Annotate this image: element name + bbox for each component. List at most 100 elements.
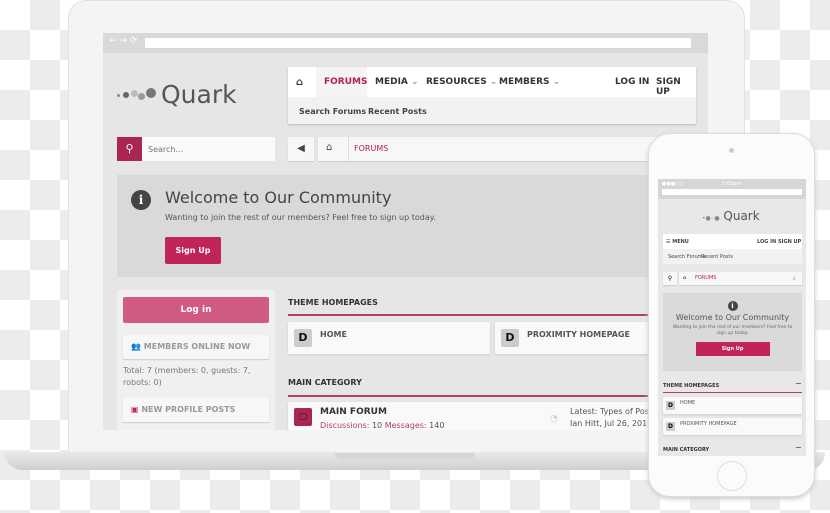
home-icon[interactable]: ⌂ <box>683 275 686 281</box>
chevron-down-icon: ⌄ <box>552 77 561 87</box>
theme-card-title: PROXIMITY HOMEPAGE <box>527 330 630 339</box>
phone-home-button <box>717 461 747 491</box>
phone-signup-link[interactable]: SIGN UP <box>778 239 801 245</box>
login-link[interactable]: LOG IN <box>615 77 649 87</box>
tab-members-label: MEMBERS <box>499 77 550 87</box>
recent-posts-link[interactable]: Recent Posts <box>368 107 427 116</box>
signup-link[interactable]: SIGN UP <box>656 77 696 97</box>
forum-chat-icon: ▢ <box>294 408 312 426</box>
browser-toolbar: ← → ⟳ <box>103 33 708 53</box>
nav-top-row: ⌂ FORUMS MEDIA ⌄ RESOURCES ⌄ MEMBERS ⌄ L… <box>288 67 696 97</box>
forum-row[interactable]: ▢ MAIN FORUM Discussions: 10 Messages: 1… <box>288 402 708 430</box>
document-icon: D <box>501 329 519 347</box>
address-bar[interactable] <box>145 38 691 48</box>
phone-welcome-text: Wanting to join the rest of our members?… <box>672 325 793 336</box>
login-button[interactable]: Log in <box>123 297 269 323</box>
latest-post[interactable]: Latest: Types of Post <box>570 407 652 416</box>
phone-welcome-title: Welcome to Our Community <box>675 313 790 322</box>
phone-search-forums[interactable]: Search Forums <box>668 254 705 260</box>
back-button[interactable]: ◀ <box>288 137 314 161</box>
forum-title[interactable]: MAIN FORUM <box>320 407 387 417</box>
members-online-label: MEMBERS ONLINE NOW <box>143 342 251 351</box>
sidebar: Log in 👥 MEMBERS ONLINE NOW Total: 7 (me… <box>117 290 275 430</box>
phone-card-title: HOME <box>680 400 696 406</box>
collapse-icon[interactable]: − <box>795 443 802 452</box>
phone-theme-heading: THEME HOMEPAGES <box>663 383 720 389</box>
document-icon: D <box>666 422 675 431</box>
welcome-notice: i Welcome to Our Community Wanting to jo… <box>117 175 660 277</box>
messages-count: 140 <box>429 421 445 430</box>
document-icon: D <box>294 329 312 347</box>
phone-breadcrumb: ⌂ FORUMS ⤓ <box>679 272 802 285</box>
signup-button[interactable]: Sign Up <box>165 237 221 264</box>
phone-menu-label: MENU <box>672 239 689 245</box>
phone-menu-button[interactable]: ☰ MENU <box>666 239 689 245</box>
new-profile-posts-label: NEW PROFILE POSTS <box>141 405 236 414</box>
phone-login-link[interactable]: LOG IN <box>757 239 776 245</box>
tab-resources-label: RESOURCES <box>426 77 487 87</box>
phone-address-bar[interactable] <box>662 189 802 195</box>
main-nav: ⌂ FORUMS MEDIA ⌄ RESOURCES ⌄ MEMBERS ⌄ L… <box>288 67 696 124</box>
search-input[interactable] <box>142 137 275 161</box>
rss-icon[interactable]: ◔ <box>550 414 558 424</box>
phone-crumb-forums[interactable]: FORUMS <box>695 275 716 281</box>
tab-forums-label: FORUMS <box>324 77 368 87</box>
phone-main-heading: MAIN CATEGORY <box>663 447 710 453</box>
new-profile-posts-header[interactable]: ▣ NEW PROFILE POSTS <box>123 398 269 422</box>
members-online-header[interactable]: 👥 MEMBERS ONLINE NOW <box>123 335 269 359</box>
phone-frame: ●●●○○ 5:00pm •●◦● Quark ☰ MENU LOG IN SI… <box>648 133 815 497</box>
tab-media-label: MEDIA <box>375 77 408 87</box>
chevron-down-icon: ⌄ <box>489 77 498 87</box>
info-icon: i <box>727 301 738 311</box>
theme-homepages-heading: THEME HOMEPAGES <box>288 298 378 307</box>
phone-recent-posts[interactable]: Recent Posts <box>701 254 733 260</box>
phone-welcome: i Welcome to Our Community Wanting to jo… <box>663 293 802 371</box>
discussions-label: Discussions: <box>320 421 370 430</box>
discussions-count: 10 <box>371 421 383 430</box>
collapse-icon[interactable]: − <box>795 379 802 388</box>
latest-post-author[interactable]: Ian Hitt, Jul 26, 2016 <box>570 419 652 428</box>
tab-resources[interactable]: RESOURCES ⌄ <box>426 77 497 87</box>
divider <box>288 314 708 316</box>
phone-status-bar: ●●●○○ 5:00pm <box>658 179 806 199</box>
browser-window: ← → ⟳ Quark ⌂ FORUMS MEDIA ⌄ RESOURCES ⌄… <box>103 33 708 430</box>
home-icon[interactable]: ⌂ <box>296 77 303 88</box>
users-icon: 👥 <box>131 342 141 351</box>
laptop-notch <box>335 453 475 459</box>
phone-screen: ●●●○○ 5:00pm •●◦● Quark ☰ MENU LOG IN SI… <box>658 179 806 456</box>
browser-nav-icons[interactable]: ← → ⟳ <box>109 36 137 46</box>
chevron-down-icon: ⌄ <box>411 77 419 87</box>
messages-label: Messages: <box>384 421 427 430</box>
phone-theme-card-proximity[interactable]: D PROXIMITY HOMEPAGE <box>663 418 802 435</box>
phone-signup-button[interactable]: Sign Up <box>695 342 770 356</box>
tab-members[interactable]: MEMBERS ⌄ <box>499 77 560 87</box>
phone-card-title: PROXIMITY HOMEPAGE <box>680 421 737 427</box>
phone-theme-card-home[interactable]: D HOME <box>663 397 802 414</box>
search-forums-link[interactable]: Search Forums <box>299 107 366 116</box>
search-icon[interactable]: ⚲ <box>117 137 142 161</box>
divider <box>288 395 708 397</box>
online-total: Total: 7 (members: 0, guests: 7, robots:… <box>123 366 251 387</box>
phone-logo: •●◦● Quark <box>702 209 760 223</box>
post-icon: ▣ <box>131 405 139 414</box>
phone-camera <box>729 148 734 153</box>
breadcrumb: ⌂ FORUMS <box>318 137 660 161</box>
logo-text: Quark <box>161 80 237 109</box>
logo[interactable]: Quark <box>115 80 237 110</box>
tab-media[interactable]: MEDIA ⌄ <box>375 77 419 87</box>
download-icon[interactable]: ⤓ <box>793 275 795 281</box>
tab-forums[interactable]: FORUMS <box>316 67 367 97</box>
home-icon[interactable]: ⌂ <box>326 142 332 153</box>
theme-card-title: HOME <box>320 330 347 339</box>
main-category-heading: MAIN CATEGORY <box>288 378 362 387</box>
welcome-text: Wanting to join the rest of our members?… <box>165 213 436 222</box>
phone-logo-text: Quark <box>723 209 760 223</box>
breadcrumb-forums[interactable]: FORUMS <box>354 144 388 153</box>
phone-nav: ☰ MENU LOG IN SIGN UP Search Forums Rece… <box>663 234 802 264</box>
welcome-title: Welcome to Our Community <box>165 188 392 207</box>
theme-card-home[interactable]: D HOME <box>288 322 490 354</box>
phone-search-icon[interactable]: ⚲ <box>663 272 677 285</box>
phone-time: 5:00pm <box>722 181 742 187</box>
info-icon: i <box>131 190 151 210</box>
document-icon: D <box>666 401 675 410</box>
